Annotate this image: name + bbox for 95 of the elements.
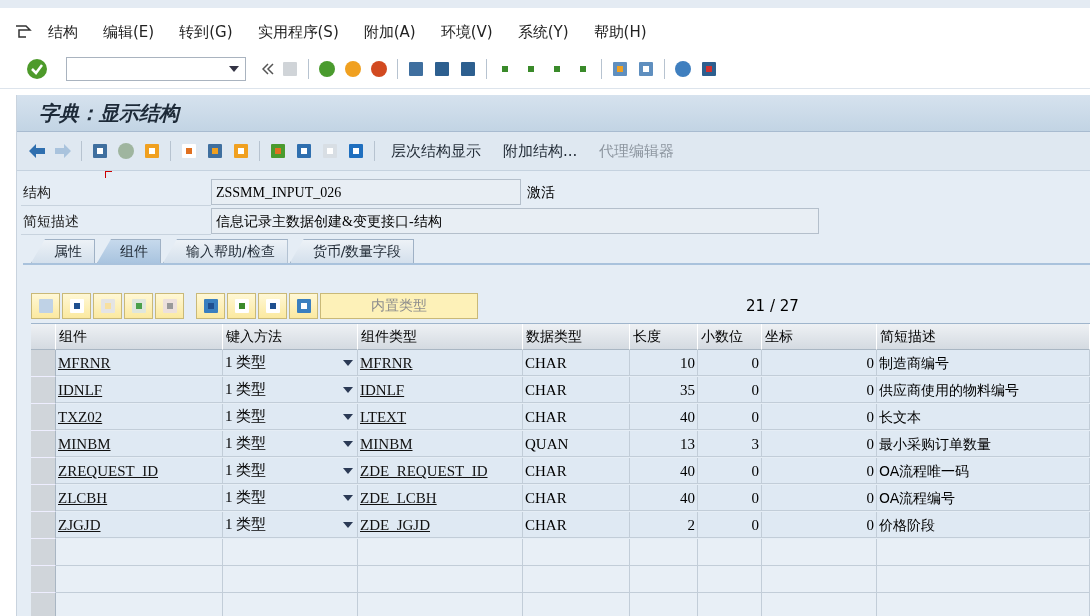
table-cell: 0 — [698, 377, 762, 403]
table-cell: CHAR — [523, 350, 630, 376]
tab[interactable]: 货币/数量字段 — [289, 239, 415, 263]
table-cell: OA流程唯一码 — [877, 458, 1090, 484]
table-cell: 10 — [630, 350, 698, 376]
structure-field[interactable]: ZSSMM_INPUT_026 — [211, 179, 521, 205]
table-cell: 0 — [762, 485, 877, 511]
table-cell: CHAR — [523, 404, 630, 430]
table-cell: 13 — [630, 431, 698, 457]
table-cell: 0 — [762, 377, 877, 403]
table-cell: 0 — [762, 512, 877, 538]
dropdown-icon[interactable] — [229, 66, 239, 72]
typing-dropdown[interactable]: 1 类型 — [223, 485, 358, 511]
table-cell: 0 — [698, 458, 762, 484]
table-cell: CHAR — [523, 377, 630, 403]
check-icon[interactable] — [26, 58, 48, 80]
table-cell: CHAR — [523, 512, 630, 538]
table-cell: 0 — [762, 431, 877, 457]
toolbar-button[interactable]: 附加结构... — [495, 141, 586, 161]
table-cell: 0 — [762, 350, 877, 376]
component-type-link[interactable]: ZDE_JGJD — [360, 517, 430, 533]
menu-item[interactable]: 帮助(H) — [593, 22, 647, 42]
table-cell: 40 — [630, 404, 698, 430]
dropdown-icon[interactable] — [343, 359, 353, 366]
table-cell: 35 — [630, 377, 698, 403]
menu-icon[interactable] — [14, 24, 32, 40]
dropdown-icon[interactable] — [343, 386, 353, 393]
row-counter: 21 / 27 — [746, 297, 799, 315]
description-field[interactable]: 信息记录主数据创建&变更接口-结构 — [211, 208, 819, 234]
table-cell: 0 — [698, 485, 762, 511]
table-cell: 最小采购订单数量 — [877, 431, 1090, 457]
component-link[interactable]: ZLCBH — [58, 490, 108, 506]
menu-item[interactable]: 实用程序(S) — [257, 22, 339, 42]
table-cell: 制造商编号 — [877, 350, 1090, 376]
dropdown-icon[interactable] — [343, 440, 353, 447]
table-cell: OA流程编号 — [877, 485, 1090, 511]
dropdown-icon[interactable] — [343, 413, 353, 420]
component-link[interactable]: TXZ02 — [58, 409, 103, 425]
table-cell: 0 — [762, 458, 877, 484]
typing-dropdown[interactable]: 1 类型 — [223, 431, 358, 457]
dropdown-icon[interactable] — [343, 467, 353, 474]
table-cell: QUAN — [523, 431, 630, 457]
column-header[interactable]: 坐标 — [762, 324, 877, 350]
tab[interactable]: 属性 — [31, 239, 95, 263]
table-cell: 40 — [630, 485, 698, 511]
column-header[interactable]: 键入方法 — [223, 324, 358, 350]
component-link[interactable]: MFRNR — [58, 355, 111, 371]
typing-dropdown[interactable]: 1 类型 — [223, 512, 358, 538]
table-cell: CHAR — [523, 458, 630, 484]
menu-item[interactable]: 环境(V) — [440, 22, 493, 42]
typing-dropdown[interactable]: 1 类型 — [223, 350, 358, 376]
dropdown-icon[interactable] — [343, 521, 353, 528]
column-header[interactable]: 小数位 — [698, 324, 762, 350]
component-link[interactable]: MINBM — [58, 436, 111, 452]
column-header[interactable]: 简短描述 — [877, 324, 1090, 350]
status-text: 激活 — [526, 183, 556, 202]
component-type-link[interactable]: IDNLF — [360, 382, 405, 398]
screen-title: 字典：显示结构 — [17, 95, 1090, 132]
dropdown-icon[interactable] — [343, 494, 353, 501]
typing-dropdown[interactable]: 1 类型 — [223, 458, 358, 484]
toolbar-button[interactable]: 层次结构显示 — [383, 141, 489, 161]
column-header[interactable]: 数据类型 — [523, 324, 630, 350]
tab[interactable]: 组件 — [97, 239, 161, 263]
column-header[interactable]: 组件 — [56, 324, 223, 350]
typing-dropdown[interactable]: 1 类型 — [223, 404, 358, 430]
table-cell: 0 — [698, 350, 762, 376]
table-cell: 2 — [630, 512, 698, 538]
table-cell: 0 — [698, 404, 762, 430]
table-cell: 40 — [630, 458, 698, 484]
component-type-link[interactable]: ZDE_LCBH — [360, 490, 437, 506]
tab[interactable]: 输入帮助/检查 — [163, 239, 288, 263]
component-type-link[interactable]: LTEXT — [360, 409, 407, 425]
table-cell: 长文本 — [877, 404, 1090, 430]
component-type-link[interactable]: MFRNR — [360, 355, 413, 371]
table-cell: 0 — [762, 404, 877, 430]
component-link[interactable]: ZJGJD — [58, 517, 101, 533]
component-link[interactable]: ZREQUEST_ID — [58, 463, 158, 479]
typing-dropdown[interactable]: 1 类型 — [223, 377, 358, 403]
table-cell: 0 — [698, 512, 762, 538]
menu-item[interactable]: 附加(A) — [363, 22, 416, 42]
collapse-icon[interactable] — [262, 63, 274, 75]
table-cell: 价格阶段 — [877, 512, 1090, 538]
menu-item[interactable]: 结构 — [48, 22, 78, 42]
table-cell: CHAR — [523, 485, 630, 511]
column-header[interactable]: 长度 — [630, 324, 698, 350]
component-link[interactable]: IDNLF — [58, 382, 103, 398]
column-header[interactable]: 组件类型 — [358, 324, 523, 350]
menu-item[interactable]: 转到(G) — [179, 22, 233, 42]
command-field[interactable] — [66, 57, 246, 81]
menu-item[interactable]: 系统(Y) — [517, 22, 569, 42]
component-type-link[interactable]: ZDE_REQUEST_ID — [360, 463, 488, 479]
component-type-link[interactable]: MINBM — [360, 436, 413, 452]
table-cell: 供应商使用的物料编号 — [877, 377, 1090, 403]
menu-item[interactable]: 编辑(E) — [103, 22, 155, 42]
table-cell: 3 — [698, 431, 762, 457]
